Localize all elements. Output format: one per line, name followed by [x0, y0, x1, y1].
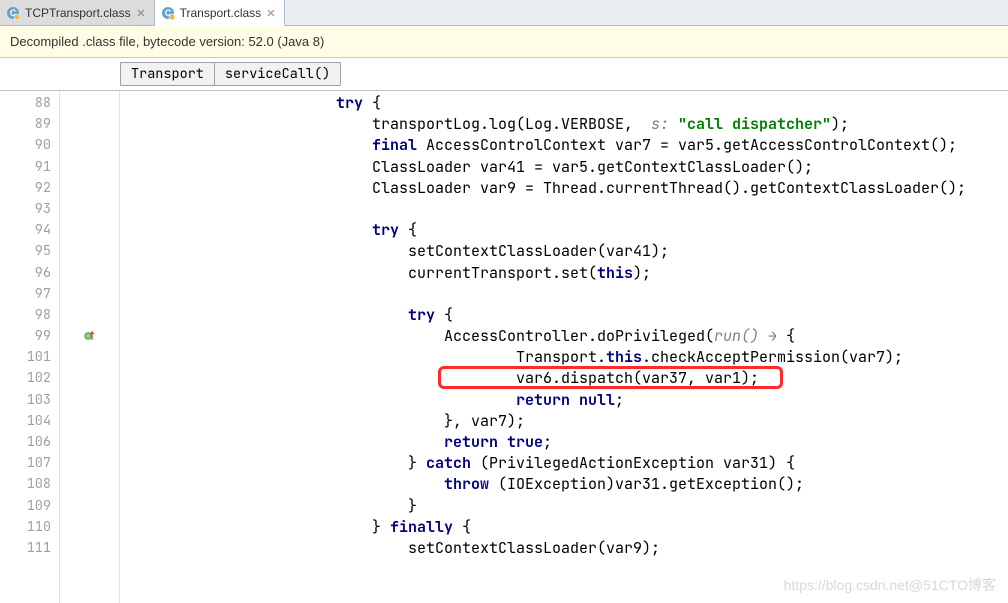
line-number: 108	[0, 474, 59, 495]
code-line[interactable]: var6.dispatch(var37, var1);	[120, 368, 1008, 389]
line-number: 95	[0, 241, 59, 262]
code-line[interactable]: transportLog.log(Log.VERBOSE, s: "call d…	[120, 114, 1008, 135]
line-number: 90	[0, 135, 59, 156]
code-view[interactable]: try { transportLog.log(Log.VERBOSE, s: "…	[120, 91, 1008, 603]
override-marker-icon[interactable]	[84, 330, 96, 342]
close-icon[interactable]	[136, 8, 146, 18]
editor-area: 8889909192939495969798991011021031041061…	[0, 91, 1008, 603]
code-line[interactable]: try {	[120, 220, 1008, 241]
line-number: 106	[0, 432, 59, 453]
decompile-banner: Decompiled .class file, bytecode version…	[0, 26, 1008, 58]
icon-gutter	[60, 91, 120, 603]
code-line[interactable]: } catch (PrivilegedActionException var31…	[120, 453, 1008, 474]
code-line[interactable]	[120, 284, 1008, 305]
line-number: 110	[0, 517, 59, 538]
line-number: 94	[0, 220, 59, 241]
line-number: 93	[0, 199, 59, 220]
class-file-icon: C	[6, 6, 20, 20]
line-number: 109	[0, 496, 59, 517]
tab-transport-class[interactable]: C Transport.class	[155, 0, 286, 26]
line-number: 101	[0, 347, 59, 368]
close-icon[interactable]	[266, 8, 276, 18]
code-line[interactable]: final AccessControlContext var7 = var5.g…	[120, 135, 1008, 156]
code-line[interactable]: try {	[120, 305, 1008, 326]
code-line[interactable]: }, var7);	[120, 411, 1008, 432]
breadcrumb-bar: TransportserviceCall()	[0, 58, 1008, 91]
line-number: 89	[0, 114, 59, 135]
class-file-icon: C	[161, 6, 175, 20]
code-line[interactable]: Transport.this.checkAcceptPermission(var…	[120, 347, 1008, 368]
breadcrumb-servicecall-[interactable]: serviceCall()	[214, 62, 341, 86]
line-number: 91	[0, 157, 59, 178]
code-line[interactable]: } finally {	[120, 517, 1008, 538]
line-number: 96	[0, 263, 59, 284]
line-number: 97	[0, 284, 59, 305]
code-line[interactable]: }	[120, 496, 1008, 517]
code-line[interactable]: currentTransport.set(this);	[120, 263, 1008, 284]
line-number: 98	[0, 305, 59, 326]
banner-text: Decompiled .class file, bytecode version…	[10, 34, 324, 49]
code-line[interactable]: ClassLoader var9 = Thread.currentThread(…	[120, 178, 1008, 199]
line-number: 99	[0, 326, 59, 347]
tab-tcptransport-class[interactable]: C TCPTransport.class	[0, 0, 155, 25]
code-line[interactable]: setContextClassLoader(var9);	[120, 538, 1008, 559]
line-number: 103	[0, 390, 59, 411]
tab-label: TCPTransport.class	[25, 6, 131, 20]
breadcrumb-transport[interactable]: Transport	[120, 62, 215, 86]
code-line[interactable]: ClassLoader var41 = var5.getContextClass…	[120, 157, 1008, 178]
line-number: 92	[0, 178, 59, 199]
tab-label: Transport.class	[180, 6, 262, 20]
line-gutter: 8889909192939495969798991011021031041061…	[0, 91, 60, 603]
editor-tabs: C TCPTransport.class C Transport.class	[0, 0, 1008, 26]
code-line[interactable]: return true;	[120, 432, 1008, 453]
line-number: 107	[0, 453, 59, 474]
code-line[interactable]: setContextClassLoader(var41);	[120, 241, 1008, 262]
line-number: 88	[0, 93, 59, 114]
code-line[interactable]: try {	[120, 93, 1008, 114]
code-line[interactable]: return null;	[120, 390, 1008, 411]
line-number: 104	[0, 411, 59, 432]
code-line[interactable]	[120, 199, 1008, 220]
code-line[interactable]: AccessController.doPrivileged(run() → {	[120, 326, 1008, 347]
code-line[interactable]: throw (IOException)var31.getException();	[120, 474, 1008, 495]
line-number: 102	[0, 368, 59, 389]
line-number: 111	[0, 538, 59, 559]
